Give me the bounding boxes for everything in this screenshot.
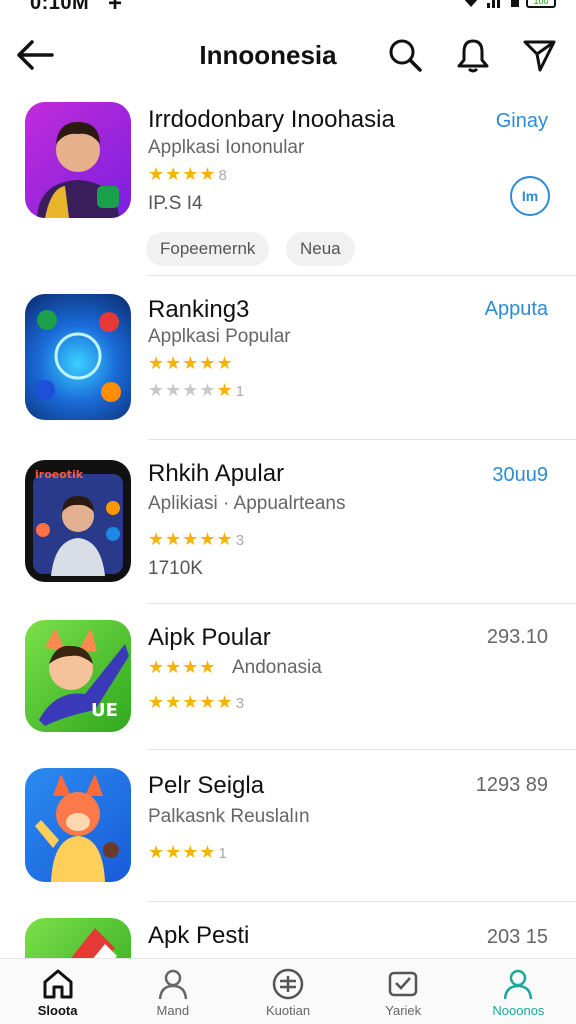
app-subtitle: Palkasnk Reuslalın: [148, 806, 310, 827]
tag-chip[interactable]: Fopeemernk: [146, 232, 270, 266]
person-icon: [158, 969, 188, 1000]
star-rating-inline: ★★★★: [148, 657, 217, 677]
download-button[interactable]: Im: [510, 176, 550, 216]
star-rating-secondary: ★★★★★ 1: [148, 380, 246, 400]
nav-home[interactable]: Sloota: [0, 959, 115, 1024]
flag-logo-icon: [71, 928, 117, 958]
search-icon[interactable]: [386, 36, 424, 74]
app-subtitle: Andonasia: [232, 657, 322, 678]
status-icons: 100: [462, 0, 556, 8]
status-bar: 0:10M + 100: [0, 0, 576, 17]
nav-label: Kuotian: [265, 1003, 311, 1018]
star-rating: ★★★★ 1: [148, 842, 228, 862]
star-rating: ★★★★★: [148, 353, 234, 373]
app-list-item[interactable]: Apk Pesti 203 15: [0, 902, 576, 958]
app-name: Irrdodonbary Inoohasia: [148, 106, 395, 133]
app-name: Pelr Seigla: [148, 772, 265, 799]
star-rating: ★★★★★ 3: [148, 529, 246, 549]
account-icon: [504, 969, 533, 1000]
app-list-item[interactable]: UE Aipk Poular ★★★★ Andonasia ★★★★★ 3 293…: [0, 604, 576, 750]
get-button[interactable]: 30uu9: [492, 464, 548, 487]
nav-profile[interactable]: Mand: [115, 959, 230, 1024]
app-list-item[interactable]: iroeotik Rhkih Apular Aplikiasi · Appual…: [0, 440, 576, 604]
app-meta: 1710K: [148, 558, 203, 579]
app-icon[interactable]: [25, 294, 131, 420]
star-rating: ★★★★★ 3: [148, 692, 246, 712]
app-name: Aipk Poular: [148, 624, 271, 651]
status-time: 0:10M: [30, 0, 90, 14]
fox-mascot-icon: UE: [39, 628, 129, 726]
bell-icon[interactable]: [454, 36, 492, 74]
app-icon[interactable]: [25, 102, 131, 218]
app-meta: IP.S I4: [148, 193, 203, 214]
bottom-navigation: Sloota Mand Kuotian Yariek Nooonos: [0, 958, 576, 1024]
get-button[interactable]: Apputa: [485, 298, 548, 321]
app-icon[interactable]: [25, 918, 131, 958]
wifi-icon: [464, 0, 478, 7]
svg-text:iroeotik: iroeotik: [35, 468, 84, 481]
globe-icon: [35, 310, 121, 402]
svg-text:UE: UE: [91, 700, 118, 721]
app-list-item[interactable]: Pelr Seigla Palkasnk Reuslalın ★★★★ 1 129…: [0, 750, 576, 902]
app-list-item[interactable]: Ranking3 Applkasi Popular ★★★★★ ★★★★★ 1 A…: [0, 276, 576, 440]
star-rating: ★★★★ 8: [148, 164, 228, 184]
checklist-icon: [388, 971, 418, 997]
grid-circle-icon: [272, 968, 304, 1000]
app-icon[interactable]: [25, 768, 131, 882]
app-icon[interactable]: iroeotik: [25, 460, 131, 582]
status-plus: +: [108, 0, 123, 17]
app-header: Innoonesia: [0, 24, 576, 88]
app-icon[interactable]: UE: [25, 620, 131, 732]
app-size: 203 15: [486, 926, 548, 948]
fox-character-icon: [35, 774, 119, 882]
app-list-item[interactable]: Irrdodonbary Inoohasia Applkasi Iononula…: [0, 96, 576, 276]
app-subtitle: Aplikiasi · Appualrteans: [148, 493, 346, 514]
nav-label: Yariek: [385, 1003, 422, 1018]
get-button[interactable]: Ginay: [496, 110, 548, 133]
send-icon[interactable]: [520, 36, 558, 74]
app-name: Rhkih Apular: [148, 460, 285, 487]
nav-games[interactable]: Kuotian: [230, 959, 345, 1024]
nav-updates[interactable]: Yariek: [346, 959, 461, 1024]
app-size: 1293 89: [475, 774, 548, 796]
tag-chip[interactable]: Neua: [286, 232, 355, 266]
signal-icon: [487, 0, 500, 8]
nav-label: Sloota: [37, 1003, 78, 1018]
app-name: Apk Pesti: [148, 922, 250, 949]
nav-account[interactable]: Nooonos: [461, 959, 576, 1024]
app-subtitle: Applkasi Iononular: [148, 137, 305, 158]
app-subtitle: Applkasi Popular: [148, 326, 291, 347]
nav-label: Mand: [156, 1003, 190, 1018]
nav-label: Nooonos: [492, 1003, 545, 1018]
sim-icon: [511, 0, 519, 7]
app-size: 293.10: [486, 626, 548, 648]
presenter-icon: iroeotik: [33, 468, 123, 576]
app-name: Ranking3: [148, 296, 250, 323]
person-avatar-icon: [37, 122, 119, 218]
home-icon: [43, 969, 73, 999]
battery-icon: 100: [526, 0, 556, 8]
